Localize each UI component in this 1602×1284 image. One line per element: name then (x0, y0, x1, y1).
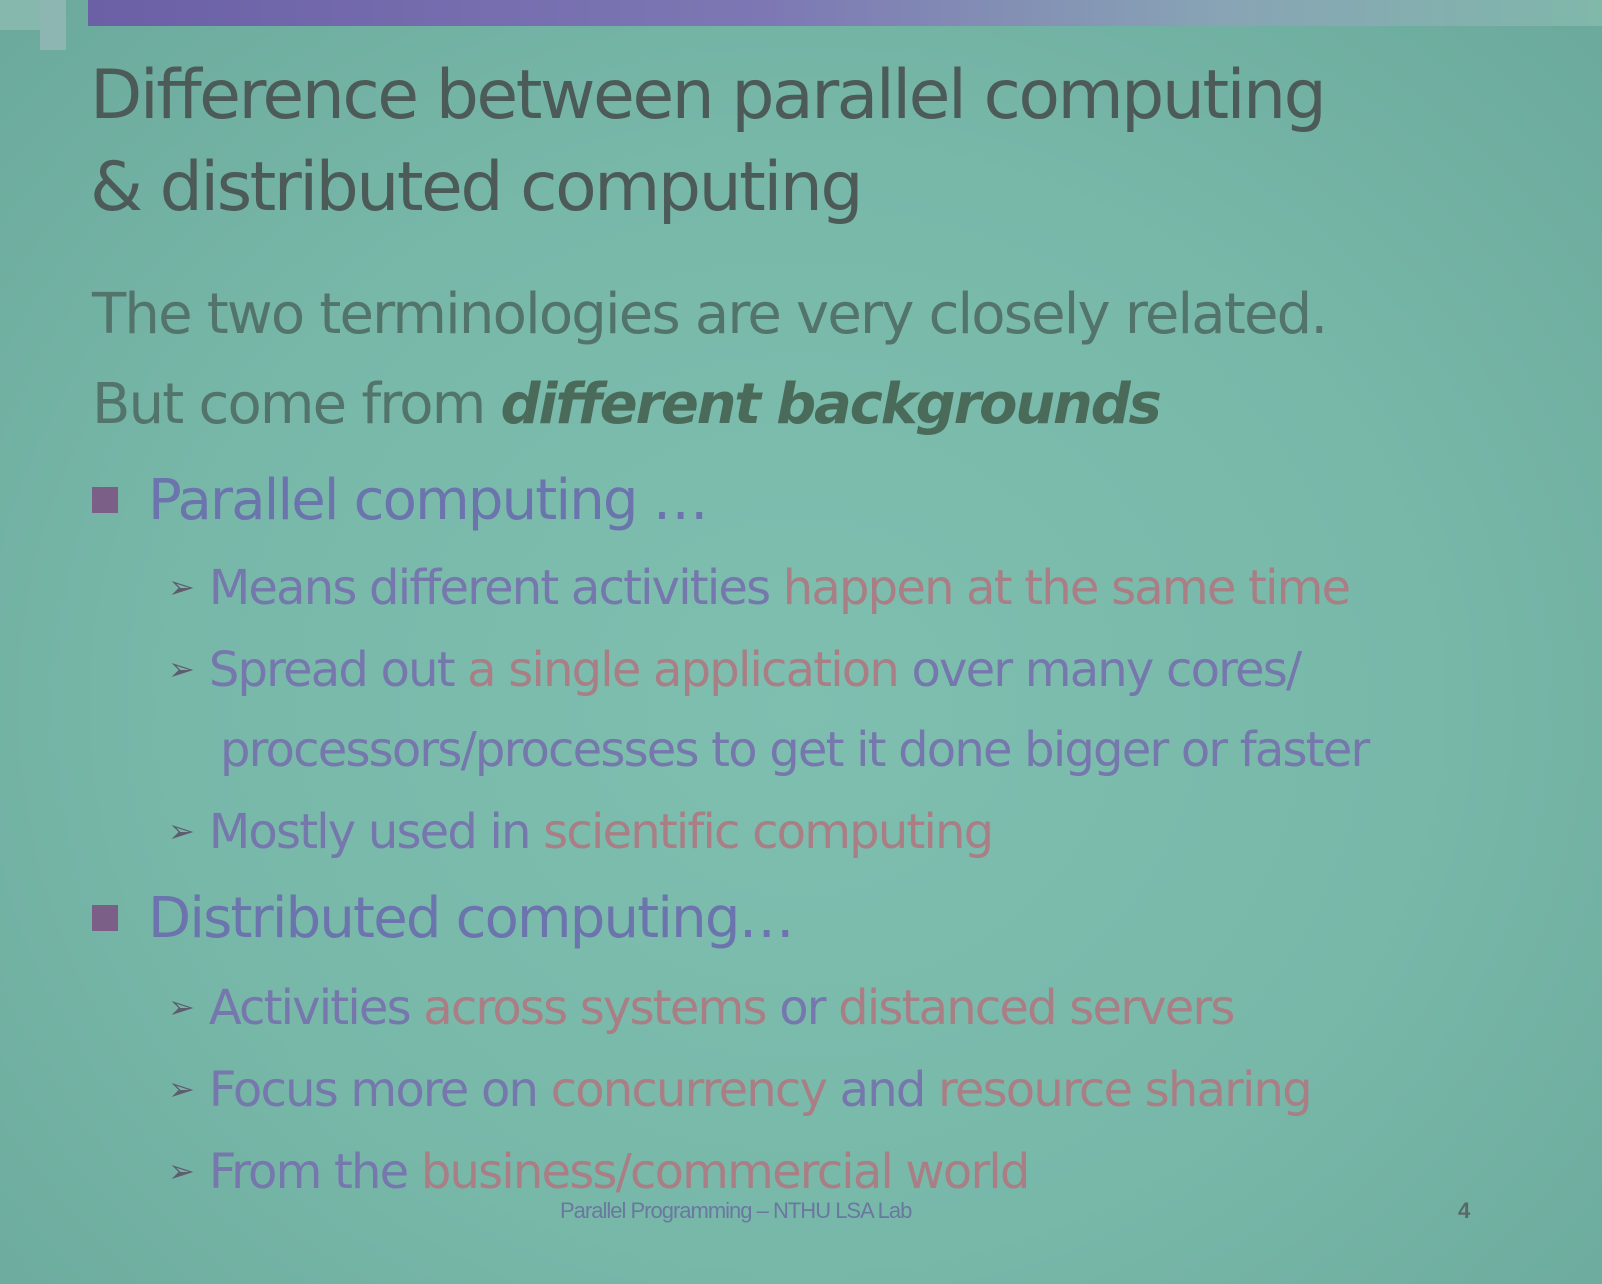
parallel-item-2-part-1: Spread out (208, 642, 468, 698)
intro-line-2-emphasis: different backgrounds (500, 372, 1161, 437)
distributed-item-2-part-2: concurrency (550, 1062, 840, 1118)
slide: Difference between parallel computing & … (0, 0, 1602, 1284)
top-accent-bar (88, 0, 1602, 26)
arrow-bullet-icon: ➢ (168, 568, 195, 606)
square-bullet-icon (92, 487, 118, 513)
slide-title: Difference between parallel computing & … (90, 50, 1570, 234)
slide-footer: Parallel Programming – NTHU LSA Lab (560, 1198, 912, 1223)
parallel-item-1-part-2: happen at the same time (782, 560, 1351, 616)
parallel-item-2-continuation: processors/processes to get it done bigg… (220, 722, 1370, 778)
distributed-item-2-part-1: Focus more on (208, 1062, 551, 1118)
title-line-2: & distributed computing (90, 148, 863, 227)
distributed-item-2-part-4: resource sharing (937, 1062, 1313, 1118)
corner-accent-block-left (0, 0, 40, 30)
corner-accent-block (40, 0, 66, 50)
distributed-item-1-part-1: Activities (208, 980, 424, 1036)
distributed-heading-text: Distributed computing… (148, 886, 795, 951)
intro-line-2: But come from different backgrounds (92, 372, 1162, 437)
parallel-item-2-part-2: a single application (467, 642, 912, 698)
distributed-item-3-part-2: business/commercial world (420, 1144, 1031, 1200)
parallel-item-3-part-1: Mostly used in (208, 804, 544, 860)
arrow-bullet-icon: ➢ (168, 1152, 195, 1190)
distributed-item-3: ➢ From the business/commercial world (168, 1144, 1031, 1200)
arrow-bullet-icon: ➢ (168, 988, 195, 1026)
title-line-1: Difference between parallel computing (90, 56, 1327, 135)
parallel-heading-text: Parallel computing … (148, 468, 709, 533)
distributed-item-1-part-2: across systems (423, 980, 780, 1036)
arrow-bullet-icon: ➢ (168, 1070, 195, 1108)
square-bullet-icon (92, 905, 118, 931)
parallel-item-3-part-2: scientific computing (543, 804, 994, 860)
distributed-item-2: ➢ Focus more on concurrency and resource … (168, 1062, 1313, 1118)
parallel-item-1: ➢ Means different activities happen at th… (168, 560, 1351, 616)
parallel-item-2: ➢ Spread out a single application over ma… (168, 642, 1302, 698)
intro-line-1: The two terminologies are very closely r… (92, 282, 1328, 347)
parallel-item-3: ➢ Mostly used in scientific computing (168, 804, 994, 860)
distributed-heading: Distributed computing… (92, 886, 795, 951)
arrow-bullet-icon: ➢ (168, 650, 195, 688)
intro-line-2-prefix: But come from (92, 372, 501, 437)
distributed-item-2-part-3: and (839, 1062, 938, 1118)
distributed-item-1-part-3: or (779, 980, 839, 1036)
page-number: 4 (1458, 1198, 1471, 1223)
parallel-item-1-part-1: Means different activities (208, 560, 783, 616)
distributed-item-1: ➢ Activities across systems or distanced … (168, 980, 1235, 1036)
distributed-item-3-part-1: From the (208, 1144, 421, 1200)
distributed-item-1-part-4: distanced servers (838, 980, 1235, 1036)
parallel-item-2-part-3: over many cores/ (911, 642, 1302, 698)
parallel-heading: Parallel computing … (92, 468, 709, 533)
arrow-bullet-icon: ➢ (168, 812, 195, 850)
